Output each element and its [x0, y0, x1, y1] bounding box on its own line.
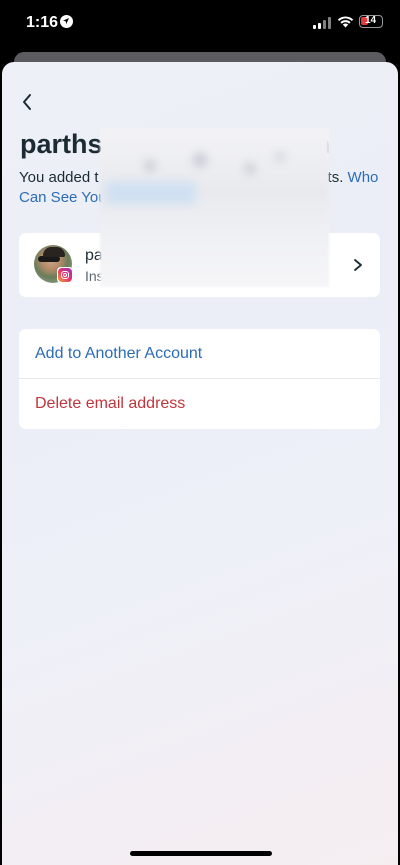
who-can-see-link[interactable]: Can See You [19, 189, 107, 206]
delete-email-button[interactable]: Delete email address [19, 379, 380, 429]
wifi-icon [337, 16, 354, 28]
add-to-another-account-button[interactable]: Add to Another Account [19, 329, 380, 379]
status-bar: 1:16 14 [0, 0, 400, 48]
chevron-right-icon [354, 259, 362, 271]
chevron-left-icon [23, 94, 31, 110]
description-start: You added t [19, 169, 99, 186]
home-indicator[interactable] [130, 851, 272, 856]
battery-level: 14 [364, 15, 377, 26]
description-mid: ts. [327, 169, 348, 186]
email-detail-sheet: parthsom You added tts. Who Can See You … [2, 62, 398, 865]
redacted-link-blur [106, 182, 196, 204]
title-prefix: parths [20, 129, 103, 159]
status-time: 1:16 [26, 14, 59, 31]
email-actions-card: Add to Another Account Delete email addr… [19, 329, 380, 429]
location-arrow-icon [60, 15, 73, 28]
battery-icon: 14 [359, 15, 383, 28]
instagram-icon [57, 267, 73, 283]
cellular-signal-icon [313, 17, 331, 29]
who-can-see-link-start[interactable]: Who [348, 169, 379, 186]
back-button[interactable] [16, 90, 40, 114]
